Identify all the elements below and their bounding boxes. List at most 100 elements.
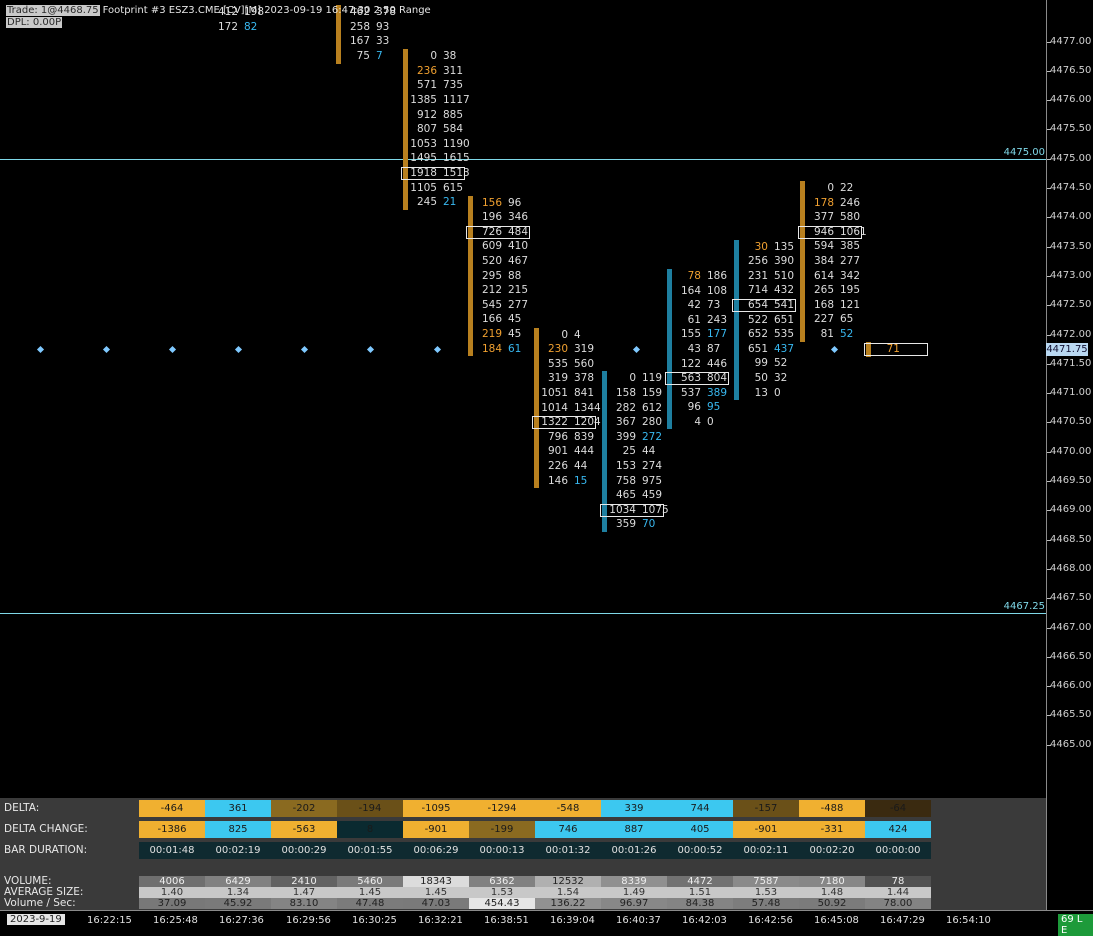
- avg-size-row-cell: 1.53: [469, 887, 535, 898]
- bar-duration-row-cell: 00:02:11: [733, 842, 799, 859]
- bid-volume: 1105: [410, 181, 437, 194]
- bar-duration-row-cell: 00:02:19: [205, 842, 271, 859]
- ask-volume: 311: [443, 64, 464, 77]
- delta-row-cell: -548: [535, 800, 601, 817]
- time-axis[interactable]: 2023-9-19 69 L E 16:22:15 16:25:48 16:27:3…: [0, 910, 1093, 936]
- time-tick-label: 16:30:25: [352, 915, 397, 926]
- ask-volume: 342: [840, 269, 861, 282]
- vol-sec-row-cell: 83.10: [271, 898, 337, 909]
- bid-volume: 212: [481, 284, 502, 297]
- bid-volume: 166: [481, 313, 502, 326]
- ask-volume: 560: [574, 357, 595, 370]
- bid-volume: 122: [680, 357, 701, 370]
- ask-volume: 615: [443, 181, 464, 194]
- volume-row-cell: 4472: [667, 876, 733, 887]
- ask-volume: 1190: [443, 137, 470, 150]
- bid-volume: 465: [615, 489, 636, 502]
- bid-volume: 1495: [410, 152, 437, 165]
- bid-volume: 0: [629, 372, 636, 385]
- bar-duration-row: BAR DURATION: 00:01:48 00:02:19 00:00:29 00:…: [0, 842, 1046, 859]
- ask-volume: 88: [508, 269, 522, 282]
- delta-change-row-cell: -331: [799, 821, 865, 838]
- bid-volume: 758: [615, 474, 636, 487]
- delta-change-row: DELTA CHANGE: -1386 825 -563 8 -901 -199 746 887…: [0, 821, 1046, 838]
- ask-volume: 32: [774, 372, 788, 384]
- bid-volume: 537: [680, 386, 701, 399]
- bar-duration-row-cell: 00:06:29: [403, 842, 469, 859]
- price-tick-label: 4473.00: [1050, 269, 1092, 281]
- price-tick-label: 4476.00: [1050, 94, 1092, 106]
- bid-volume: 367: [615, 416, 636, 429]
- delta-change-row-cell: 405: [667, 821, 733, 838]
- bar-duration-row-label: BAR DURATION:: [4, 844, 88, 856]
- time-tick-label: 16:47:29: [880, 915, 925, 926]
- status-badge[interactable]: 69 L E: [1058, 914, 1093, 936]
- bid-volume: 168: [813, 298, 834, 311]
- avg-size-row-cell: 1.47: [271, 887, 337, 898]
- bid-volume: 399: [615, 430, 636, 443]
- avg-size-row-cell: 1.48: [799, 887, 865, 898]
- volume-row: VOLUME: 4006 6429 2410 5460 18343 6362 12532 833…: [0, 876, 1046, 887]
- bid-volume: 1014: [541, 401, 568, 414]
- bid-volume: 594: [813, 240, 834, 253]
- ask-volume: 346: [508, 211, 529, 224]
- bid-volume: 155: [680, 328, 701, 341]
- chart-header: Trade: 1@4468.75 Footprint #3 ESZ3.CME [C…: [6, 5, 432, 31]
- vwap-marker: [632, 346, 641, 354]
- time-tick-label: 16:40:37: [616, 915, 661, 926]
- dpl-readout: DPL: 0.00P: [6, 17, 63, 28]
- time-tick-label: 16:22:15: [87, 915, 132, 926]
- bid-volume: 319: [547, 372, 568, 385]
- delta-row-cell: -1294: [469, 800, 535, 817]
- price-level-line[interactable]: [0, 612, 1046, 614]
- vwap-marker: [102, 346, 111, 354]
- time-tick-label: 16:45:08: [814, 915, 859, 926]
- vwap-marker: [366, 346, 375, 354]
- time-tick-label: 16:54:10: [946, 915, 991, 926]
- bid-volume: 609: [481, 240, 502, 253]
- delta-row-cell: 339: [601, 800, 667, 817]
- ask-volume: 215: [508, 284, 529, 297]
- ask-volume: 246: [840, 196, 861, 209]
- chart-title: Footprint #3 ESZ3.CME [CV][M] 2023-09-19…: [102, 5, 431, 16]
- bid-volume: 359: [615, 518, 636, 531]
- price-level-line[interactable]: [0, 158, 1046, 160]
- price-tick-label: 4475.00: [1050, 152, 1092, 164]
- bid-volume: 652: [747, 328, 768, 341]
- price-level-label: 4475.00: [1003, 146, 1045, 158]
- ask-volume: 0: [707, 415, 714, 428]
- bid-volume: 377: [813, 211, 834, 224]
- vwap-marker: [168, 346, 177, 354]
- price-tick-label: 4474.50: [1050, 182, 1092, 193]
- chart-area[interactable]: 4475.00 4467.25 412 198 172 82 462 378 258 93 167 3…: [0, 0, 1046, 798]
- delta-row-cell: -64: [865, 800, 931, 817]
- bid-volume: 178: [813, 196, 834, 209]
- avg-size-row-cell: 1.54: [535, 887, 601, 898]
- delta-change-row-cell: -199: [469, 821, 535, 838]
- bid-volume: 153: [615, 460, 636, 473]
- vwap-marker: [36, 346, 45, 354]
- poc-box: [600, 503, 664, 517]
- ask-volume: 45: [508, 313, 522, 326]
- bid-volume: 714: [747, 284, 768, 297]
- bid-volume: 520: [481, 255, 502, 268]
- bid-volume: 167: [349, 35, 370, 48]
- delta-row-label: DELTA:: [4, 802, 40, 814]
- price-axis[interactable]: 4477.00 4476.50 4476.00 4475.50 4475.00 4474.…: [1046, 0, 1093, 910]
- vol-sec-row-cell: 78.00: [865, 898, 931, 909]
- vol-sec-row-cell: 47.03: [403, 898, 469, 909]
- bid-volume: 75: [356, 50, 370, 62]
- bar-duration-row-cell: 00:00:52: [667, 842, 733, 859]
- trade-readout: Trade: 1@4468.75: [6, 5, 100, 16]
- price-tick-label: 4468.50: [1050, 533, 1092, 545]
- bid-volume: 226: [547, 459, 568, 472]
- poc-box: [401, 166, 465, 180]
- ask-volume: 277: [840, 255, 861, 267]
- ask-volume: 4: [574, 328, 581, 341]
- time-tick-label: 16:25:48: [153, 915, 198, 926]
- bid-volume: 614: [813, 269, 834, 282]
- volume-row-cell: 78: [865, 876, 931, 887]
- bid-volume: 4: [694, 415, 701, 428]
- bid-volume: 184: [481, 342, 502, 355]
- vwap-marker: [234, 346, 243, 354]
